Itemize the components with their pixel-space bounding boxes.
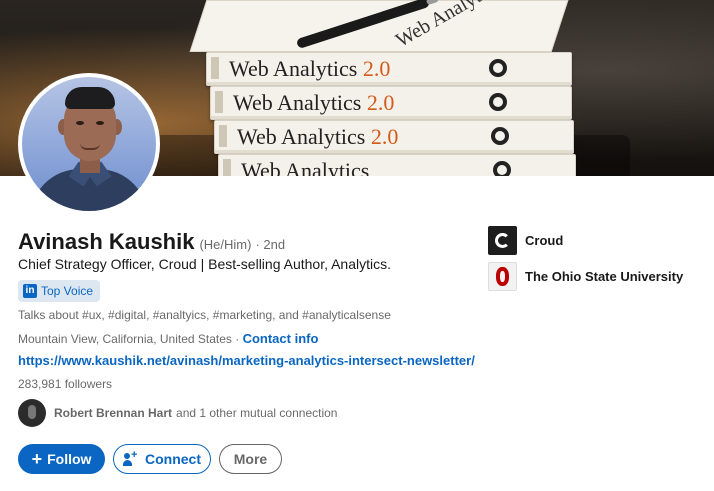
cover-book-spine [211, 57, 219, 79]
follow-button[interactable]: + Follow [18, 444, 105, 474]
croud-logo-icon [488, 226, 517, 255]
connect-button[interactable]: + Connect [113, 444, 211, 474]
org-name: Croud [525, 233, 564, 248]
contact-info-link[interactable]: Contact info [243, 331, 319, 346]
plus-icon: + [31, 449, 43, 469]
cover-book-title: Web Analytics 2.0 [233, 90, 395, 115]
mutual-connection-name: Robert Brennan Hart [54, 406, 173, 420]
profile-name: Avinash Kaushik [18, 229, 195, 254]
cover-book-title: Web Analytics [241, 158, 370, 176]
mutual-connections[interactable]: Robert Brennan Hart and 1 other mutual c… [18, 399, 337, 427]
cover-book-logo [489, 93, 507, 111]
cover-book-spine [215, 91, 223, 113]
profile-pronouns: (He/Him) [199, 237, 252, 252]
name-row: Avinash Kaushik (He/Him) · 2nd [18, 229, 285, 255]
more-button[interactable]: More [219, 444, 282, 474]
linkedin-icon: in [23, 284, 37, 298]
profile-headline: Chief Strategy Officer, Croud | Best-sel… [18, 256, 392, 272]
cover-book-spine [223, 159, 231, 176]
website-link[interactable]: https://www.kaushik.net/avinash/marketin… [18, 353, 475, 368]
location-separator: · [231, 332, 243, 346]
cover-book-logo [489, 59, 507, 77]
profile-card: Web Analytics Web Analytics 2.0 Web Anal… [0, 0, 714, 491]
connection-degree: · 2nd [255, 237, 286, 252]
top-voice-label: Top Voice [41, 284, 94, 298]
location-row: Mountain View, California, United States… [18, 331, 318, 346]
mutual-connection-avatar [18, 399, 46, 427]
org-croud[interactable]: Croud [488, 226, 563, 255]
add-person-icon: + [123, 449, 139, 467]
org-ohio-state[interactable]: The Ohio State University [488, 262, 683, 291]
org-name: The Ohio State University [525, 269, 684, 284]
top-voice-badge[interactable]: in Top Voice [18, 280, 101, 302]
ohio-state-logo-icon [488, 262, 517, 291]
cover-book-title: Web Analytics 2.0 [237, 124, 399, 149]
mutual-connection-text: and 1 other mutual connection [176, 406, 338, 420]
photo-eye-right [96, 121, 104, 125]
more-label: More [233, 451, 268, 467]
profile-avatar[interactable] [18, 73, 160, 215]
cover-book-top [189, 0, 569, 52]
connect-label: Connect [145, 451, 201, 467]
cover-book-title: Web Analytics 2.0 [229, 56, 391, 81]
profile-location: Mountain View, California, United States [18, 332, 232, 346]
cover-book-spine [219, 125, 227, 147]
cover-book-logo [493, 161, 511, 176]
cover-book: Web Analytics 2.0 [206, 52, 572, 86]
follow-label: Follow [47, 451, 92, 467]
photo-hair [65, 87, 115, 109]
profile-photo [22, 77, 156, 211]
followers-count: 283,981 followers [18, 377, 113, 391]
talks-about: Talks about #ux, #digital, #analtyics, #… [18, 308, 391, 322]
photo-eye-left [76, 121, 84, 125]
cover-book: Web Analytics 2.0 [214, 120, 574, 154]
cover-book-logo [491, 127, 509, 145]
cover-book: Web Analytics [218, 154, 576, 176]
cover-book: Web Analytics 2.0 [210, 86, 572, 120]
